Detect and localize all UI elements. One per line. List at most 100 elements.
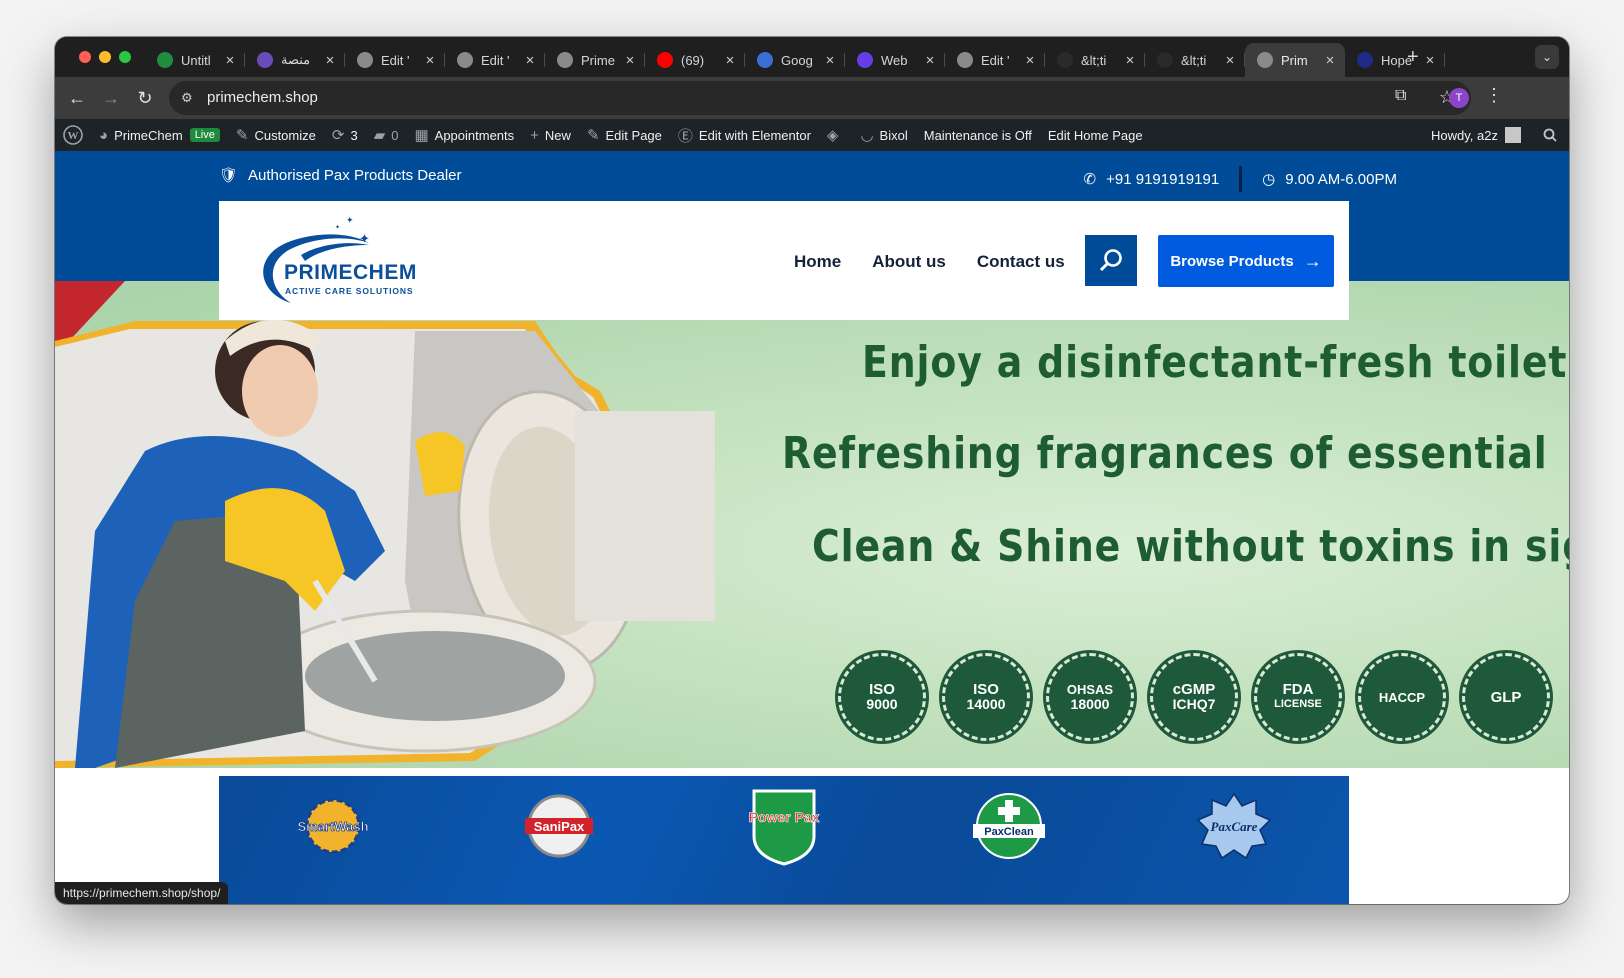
phone-number[interactable]: +91 9191919191: [1106, 171, 1219, 188]
tab-title: Prim: [1281, 52, 1308, 68]
brush-icon: ✎: [235, 127, 249, 144]
site-name-label: PrimeChem: [114, 127, 183, 143]
back-arrow-icon[interactable]: ←: [65, 86, 89, 110]
tab-title: (69): [681, 52, 705, 68]
wp-edit-elementor[interactable]: Ⓔ Edit with Elementor: [670, 119, 819, 151]
primechem-logo[interactable]: ✦ ✦ ✦ PRIMECHEM ACTIVE CARE SOLUTIONS: [251, 215, 421, 307]
forward-arrow-icon[interactable]: →: [99, 86, 123, 110]
brand-sanipax-logo[interactable]: SaniPax: [519, 794, 599, 858]
contact-info: ✆ +91 9191919191 ◷ 9.00 AM-6.00PM: [1084, 166, 1397, 192]
arrow-right-icon: →: [1303, 250, 1322, 271]
logo-name: PRIMECHEM: [284, 261, 417, 284]
close-tab-icon[interactable]: ×: [1423, 52, 1437, 69]
browse-products-button[interactable]: Browse Products →: [1158, 235, 1334, 287]
blank-icon: [1057, 52, 1073, 68]
maximize-window-button[interactable]: [119, 51, 131, 63]
wp-howdy[interactable]: Howdy, a2z: [1423, 119, 1535, 151]
wp-appointments[interactable]: ▦ Appointments: [406, 119, 522, 151]
user-avatar: [1505, 127, 1521, 143]
svg-text:✦: ✦: [359, 231, 370, 246]
brand-smartwash-logo[interactable]: SmartWash: [293, 794, 373, 858]
browser-tab[interactable]: Web ×: [845, 43, 945, 77]
nav-home[interactable]: Home: [794, 252, 841, 272]
certification-badge: FDA LICENSE: [1254, 653, 1342, 741]
nav-contact[interactable]: Contact us: [977, 252, 1065, 272]
close-tab-icon[interactable]: ×: [923, 52, 937, 69]
url-text[interactable]: primechem.shop: [207, 89, 318, 106]
close-tab-icon[interactable]: ×: [1223, 52, 1237, 69]
certification-badge: HACCP: [1358, 653, 1446, 741]
elementor-icon: Ⓔ: [677, 127, 693, 145]
brand-paxclean-logo[interactable]: PaxClean: [969, 790, 1049, 862]
comment-icon: ▰: [373, 127, 386, 144]
extensions-icon[interactable]: ⧉: [1395, 87, 1406, 105]
close-tab-icon[interactable]: ×: [223, 52, 237, 69]
logo-tagline: ACTIVE CARE SOLUTIONS: [285, 286, 414, 296]
updates-icon: ⟳: [331, 127, 345, 144]
close-tab-icon[interactable]: ×: [823, 52, 837, 69]
browser-tab[interactable]: Prime ×: [545, 43, 645, 77]
browser-tab[interactable]: Hope ×: [1345, 43, 1445, 77]
howdy-label: Howdy, a2z: [1431, 127, 1498, 143]
cert-label-top: FDA: [1282, 681, 1314, 698]
updates-count: 3: [350, 127, 358, 143]
tab-search-button[interactable]: ⌄: [1535, 45, 1559, 69]
svg-text:SaniPax: SaniPax: [534, 819, 585, 834]
browser-tab[interactable]: (69) ×: [645, 43, 745, 77]
dealer-text: Authorised Pax Products Dealer: [248, 166, 462, 184]
address-bar[interactable]: ⚙ primechem.shop ☆: [169, 81, 1471, 115]
browser-tab[interactable]: &lt;ti ×: [1145, 43, 1245, 77]
browser-tab[interactable]: Prim ×: [1245, 43, 1345, 77]
certification-badge: cGMP ICHQ7: [1150, 653, 1238, 741]
new-tab-button[interactable]: +: [1407, 47, 1419, 67]
tab-title: Goog: [781, 52, 813, 68]
wp-updates[interactable]: ⟳ 3: [324, 119, 366, 151]
close-tab-icon[interactable]: ×: [523, 52, 537, 69]
close-tab-icon[interactable]: ×: [723, 52, 737, 69]
reload-icon[interactable]: ↻: [133, 86, 157, 110]
cert-label-bottom: ICHQ7: [1172, 696, 1216, 712]
wordpress-logo-icon[interactable]: W: [55, 119, 91, 151]
wp-comments[interactable]: ▰ 0: [366, 119, 407, 151]
close-tab-icon[interactable]: ×: [623, 52, 637, 69]
nav-about[interactable]: About us: [872, 252, 946, 272]
search-button[interactable]: [1085, 235, 1137, 286]
bixol-label: Bixol: [879, 127, 908, 143]
more-menu-icon[interactable]: ⋮: [1485, 85, 1503, 106]
browser-tab[interactable]: Goog ×: [745, 43, 845, 77]
tab-title: Edit ': [981, 52, 1010, 68]
cert-label-top: OHSAS: [1066, 682, 1114, 697]
close-tab-icon[interactable]: ×: [1023, 52, 1037, 69]
browser-tab[interactable]: Edit ' ×: [345, 43, 445, 77]
close-tab-icon[interactable]: ×: [1323, 52, 1337, 69]
wp-search-icon[interactable]: [1535, 119, 1569, 151]
tab-title: Untitl: [181, 52, 211, 68]
browser-tab[interactable]: &lt;ti ×: [1045, 43, 1145, 77]
profile-avatar[interactable]: T: [1449, 88, 1469, 108]
close-window-button[interactable]: [79, 51, 91, 63]
wp-maintenance[interactable]: Maintenance is Off: [916, 119, 1040, 151]
brand-paxcare-logo[interactable]: PaxCare: [1194, 790, 1274, 862]
wp-site-name[interactable]: ◕ PrimeChem Live: [91, 119, 228, 151]
browser-tab[interactable]: Edit ' ×: [445, 43, 545, 77]
wp-new[interactable]: + New: [522, 119, 579, 151]
tab-title: Edit ': [381, 52, 410, 68]
close-tab-icon[interactable]: ×: [323, 52, 337, 69]
wp-bixol[interactable]: ◡ Bixol: [852, 119, 915, 151]
site-info-icon[interactable]: ⚙: [181, 90, 197, 106]
close-tab-icon[interactable]: ×: [423, 52, 437, 69]
brand-powerpax-logo[interactable]: Power Pax: [744, 786, 824, 866]
browser-tab[interactable]: منصة ×: [245, 43, 345, 77]
wp-edit-home[interactable]: Edit Home Page: [1040, 119, 1151, 151]
wp-customize[interactable]: ✎ Customize: [228, 119, 324, 151]
live-badge: Live: [189, 128, 220, 142]
wp-diamond[interactable]: ◈: [819, 119, 853, 151]
tab-title: &lt;ti: [1181, 52, 1207, 68]
youtube-icon: [657, 52, 673, 68]
minimize-window-button[interactable]: [99, 51, 111, 63]
wp-edit-page[interactable]: ✎ Edit Page: [579, 119, 670, 151]
close-tab-icon[interactable]: ×: [1123, 52, 1137, 69]
browser-tab[interactable]: Untitl ×: [145, 43, 245, 77]
hero-banner[interactable]: Enjoy a disinfectant-fresh toilet, Refre…: [55, 281, 1569, 768]
browser-tab[interactable]: Edit ' ×: [945, 43, 1045, 77]
